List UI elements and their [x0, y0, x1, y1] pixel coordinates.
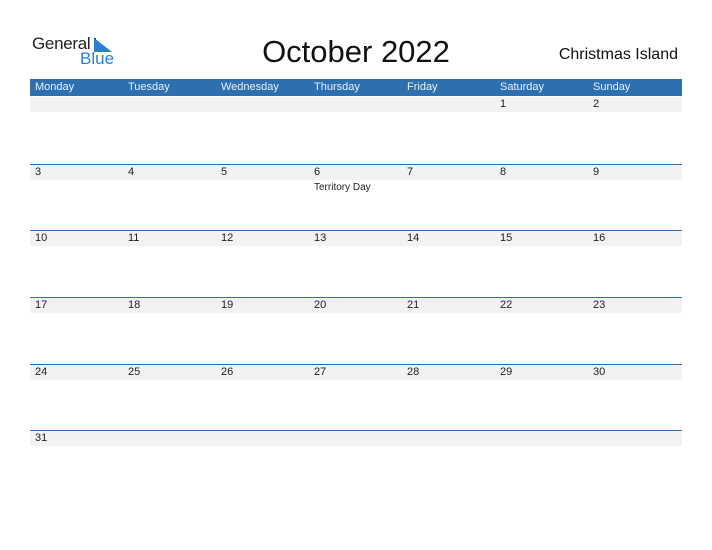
date-band [30, 431, 682, 446]
weekday-monday: Monday [35, 81, 75, 93]
day-number: 20 [314, 299, 327, 311]
day-number: 4 [128, 166, 135, 178]
day-number: 26 [221, 366, 234, 378]
day-number: 2 [593, 98, 600, 110]
week-divider [30, 364, 682, 365]
holiday-event: Territory Day [314, 182, 371, 193]
day-number: 11 [128, 232, 140, 244]
day-number: 24 [35, 366, 48, 378]
weekday-tuesday: Tuesday [128, 81, 170, 93]
day-number: 21 [407, 299, 420, 311]
day-number: 17 [35, 299, 48, 311]
day-number: 12 [221, 232, 234, 244]
day-number: 10 [35, 232, 48, 244]
day-number: 8 [500, 166, 507, 178]
weekday-saturday: Saturday [500, 81, 545, 93]
day-number: 7 [407, 166, 414, 178]
weekday-thursday: Thursday [314, 81, 360, 93]
day-number: 23 [593, 299, 606, 311]
week-divider [30, 430, 682, 431]
day-number: 30 [593, 366, 606, 378]
day-number: 18 [128, 299, 141, 311]
day-number: 22 [500, 299, 513, 311]
day-number: 31 [35, 432, 48, 444]
day-number: 28 [407, 366, 420, 378]
week-divider [30, 230, 682, 231]
day-number: 14 [407, 232, 420, 244]
weekday-sunday: Sunday [593, 81, 631, 93]
day-number: 15 [500, 232, 513, 244]
day-number: 6 [314, 166, 321, 178]
day-number: 5 [221, 166, 228, 178]
country-name: Christmas Island [558, 46, 678, 63]
day-number: 1 [500, 98, 507, 110]
day-number: 29 [500, 366, 513, 378]
day-number: 25 [128, 366, 141, 378]
date-band [30, 97, 682, 112]
day-number: 27 [314, 366, 327, 378]
day-number: 13 [314, 232, 327, 244]
week-divider [30, 164, 682, 165]
week-divider [30, 297, 682, 298]
day-number: 9 [593, 166, 600, 178]
day-number: 3 [35, 166, 42, 178]
weekday-wednesday: Wednesday [221, 81, 279, 93]
weekday-friday: Friday [407, 81, 438, 93]
day-number: 16 [593, 232, 606, 244]
day-number: 19 [221, 299, 234, 311]
weekday-header: Monday Tuesday Wednesday Thursday Friday Satu… [30, 79, 682, 96]
